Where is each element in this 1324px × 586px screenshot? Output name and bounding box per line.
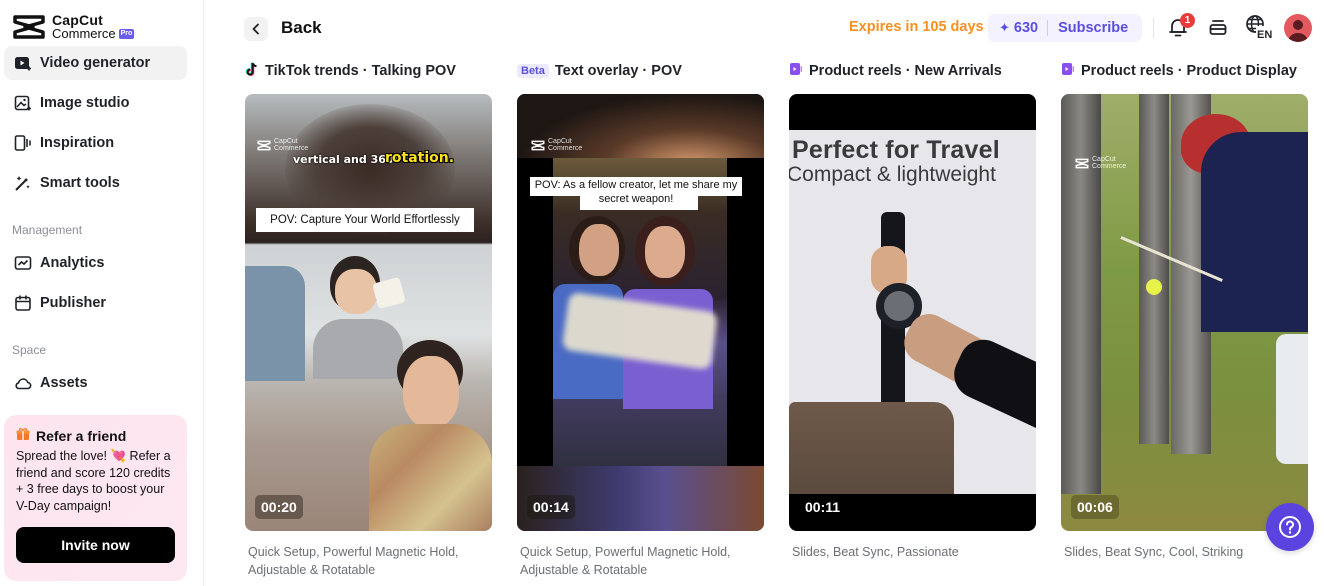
- sparkle-icon: ✦: [999, 20, 1010, 35]
- gift-icon: [16, 427, 30, 444]
- video-caption-highlight: rotation.: [385, 150, 455, 166]
- sidebar-item-analytics[interactable]: Analytics: [4, 246, 187, 280]
- card-description: Slides, Beat Sync, Cool, Striking: [1064, 545, 1244, 559]
- sidebar-item-smart-tools[interactable]: Smart tools: [4, 166, 187, 200]
- calendar-icon: [14, 294, 32, 312]
- credits-pill[interactable]: ✦ 630 Subscribe: [988, 14, 1142, 42]
- credits-count: 630: [1013, 20, 1039, 36]
- sidebar-item-label: Publisher: [40, 295, 107, 311]
- video-thumbnail[interactable]: CapCut Commerce vertical and 360° rotatio…: [245, 94, 492, 531]
- sidebar-item-assets[interactable]: Assets: [4, 366, 187, 400]
- template-card: Product reels · Product Display CapCut Co…: [1061, 62, 1308, 559]
- sidebar-item-label: Video generator: [40, 55, 151, 71]
- sidebar-item-label: Image studio: [40, 95, 130, 111]
- layers-icon: [1209, 20, 1227, 35]
- duration-badge: 00:20: [255, 495, 303, 519]
- video-thumbnail[interactable]: Perfect for Travel Compact & lightweight…: [789, 94, 1036, 531]
- sidebar-item-inspiration[interactable]: Inspiration: [4, 126, 187, 160]
- video-generator-icon: [14, 54, 32, 72]
- sidebar-item-image-studio[interactable]: Image studio: [4, 86, 187, 120]
- invite-now-button[interactable]: Invite now: [16, 527, 175, 563]
- cloud-icon: [14, 374, 32, 392]
- user-avatar[interactable]: [1284, 14, 1312, 42]
- language-code: EN: [1257, 29, 1272, 40]
- tiktok-icon: [245, 62, 259, 81]
- section-label-management: Management: [12, 223, 83, 237]
- duration-badge: 00:14: [527, 495, 575, 519]
- sidebar-item-publisher[interactable]: Publisher: [4, 286, 187, 320]
- overlay-text: POV: Capture Your World Effortlessly: [256, 208, 474, 232]
- watermark: CapCut Commerce: [1075, 156, 1126, 170]
- section-label-space: Space: [12, 343, 47, 357]
- product-reel-icon: [789, 62, 803, 80]
- expiry-notice: Expires in 105 days: [849, 19, 984, 35]
- question-mark-icon: [1279, 516, 1301, 538]
- card-title: Product reels · Product Display: [1081, 63, 1297, 79]
- sidebar-item-label: Analytics: [40, 255, 105, 271]
- card-description: Slides, Beat Sync, Passionate: [792, 545, 959, 559]
- notification-badge: 1: [1180, 13, 1195, 28]
- template-card: Beta Text overlay · POV CapCut Commerce P…: [517, 62, 764, 577]
- subscription-card-button[interactable]: [1206, 15, 1230, 39]
- duration-badge: 00:11: [805, 499, 841, 515]
- card-title: TikTok trends · Talking POV: [265, 63, 456, 79]
- help-button[interactable]: [1266, 503, 1314, 551]
- video-thumbnail[interactable]: CapCut Commerce POV: As a fellow creator,…: [517, 94, 764, 531]
- card-title: Product reels · New Arrivals: [809, 63, 1002, 79]
- divider: [1047, 20, 1049, 36]
- globe-language-icon: EN: [1246, 15, 1275, 40]
- refer-a-friend-card: Refer a friend Spread the love! 💘 Refer …: [4, 415, 187, 581]
- back-button[interactable]: [244, 17, 268, 41]
- chevron-left-icon: [252, 23, 259, 35]
- template-card: Product reels · New Arrivals Perfect for…: [789, 62, 1036, 559]
- overlay-text: POV: As a fellow creator, let me share m…: [534, 179, 738, 205]
- product-reel-icon: [1061, 62, 1075, 80]
- capcut-logo-icon: [13, 15, 45, 39]
- user-icon: [1288, 20, 1308, 42]
- subscribe-link[interactable]: Subscribe: [1058, 20, 1128, 36]
- watermark: CapCut Commerce: [531, 138, 582, 152]
- sidebar: CapCut Commerce Pro Video generator Image…: [0, 0, 204, 586]
- sidebar-item-label: Smart tools: [40, 175, 120, 191]
- beta-badge: Beta: [517, 64, 549, 78]
- inspiration-icon: [14, 134, 32, 152]
- sidebar-item-label: Assets: [40, 375, 88, 391]
- notifications-button[interactable]: 1: [1166, 13, 1195, 39]
- video-thumbnail[interactable]: CapCut Commerce 00:06: [1061, 94, 1308, 531]
- video-caption: vertical and 360°: [293, 153, 400, 166]
- brand-subname: Commerce: [52, 26, 116, 41]
- card-title: Text overlay · POV: [554, 63, 682, 79]
- video-headline: Perfect for Travel: [792, 136, 1000, 164]
- card-description: Quick Setup, Powerful Magnetic Hold, Adj…: [248, 545, 459, 577]
- template-card: TikTok trends · Talking POV CapCut Commer…: [245, 62, 492, 577]
- pro-badge: Pro: [118, 28, 135, 39]
- video-subheadline: Compact & lightweight: [789, 163, 996, 186]
- sidebar-item-label: Inspiration: [40, 135, 115, 151]
- image-studio-icon: [14, 94, 32, 112]
- refer-body: Spread the love! 💘 Refer a friend and sc…: [16, 449, 171, 513]
- header-divider: [1153, 18, 1154, 38]
- app-root: CapCut Commerce Pro Video generator Image…: [0, 0, 1324, 586]
- brand-logo[interactable]: CapCut Commerce Pro: [12, 13, 135, 41]
- watermark: CapCut Commerce: [257, 138, 308, 152]
- sidebar-item-video-generator[interactable]: Video generator: [4, 46, 187, 80]
- magic-wand-icon: [14, 174, 32, 192]
- card-description: Quick Setup, Powerful Magnetic Hold, Adj…: [520, 545, 731, 577]
- duration-badge: 00:06: [1071, 495, 1119, 519]
- refer-title: Refer a friend: [36, 427, 127, 444]
- analytics-icon: [14, 254, 32, 272]
- language-button[interactable]: EN: [1245, 15, 1275, 40]
- back-label[interactable]: Back: [281, 18, 322, 38]
